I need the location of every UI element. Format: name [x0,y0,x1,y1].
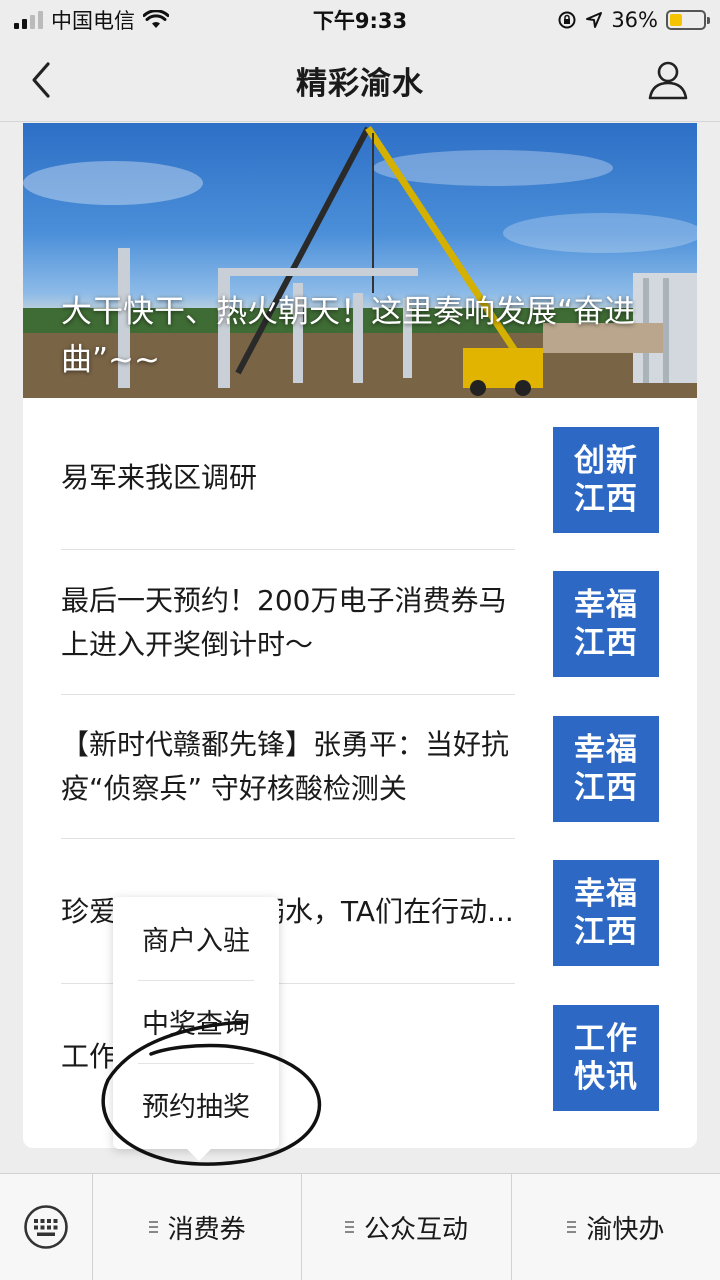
banner-title: 大干快干、热火朝天！这里奏响发展“奋进曲”~~ [61,294,636,378]
news-badge-line: 快讯 [574,1059,638,1095]
battery-percent: 36% [611,8,658,32]
menu-lines-icon [344,1221,354,1233]
page-title: 精彩渝水 [296,66,424,102]
nav-bar: 精彩渝水 [0,40,720,122]
popup-item-lottery[interactable]: 预约抽奖 [113,1063,279,1146]
news-badge-line: 幸福 [574,732,638,768]
popup-item-merchant[interactable]: 商户入驻 [113,897,279,980]
news-title: 易军来我区调研 [61,461,258,494]
news-badge-line: 江西 [574,625,638,661]
news-item[interactable]: 【新时代赣鄱先锋】张勇平：当好抗疫“侦察兵” 守好核酸检测关 幸福 江西 [61,695,659,839]
battery-icon [666,10,710,30]
divider [61,549,515,550]
popup-menu: 商户入驻 中奖查询 预约抽奖 [113,897,279,1161]
location-icon [586,12,603,28]
news-badge-line: 幸福 [574,876,638,912]
user-icon[interactable] [646,58,690,102]
news-badge-line: 江西 [574,914,638,950]
menu-lines-icon [148,1221,158,1233]
carrier-label: 中国电信 [51,9,135,33]
wifi-icon [143,10,169,28]
news-badge-line: 幸福 [574,587,638,623]
menu-label: 渝快办 [586,1214,665,1245]
menu-public-interaction[interactable]: 公众互动 [301,1174,510,1280]
news-badge: 创新 江西 [553,427,659,533]
keyboard-icon [24,1205,68,1249]
news-badge: 幸福 江西 [553,860,659,966]
banner[interactable]: 大干快干、热火朝天！这里奏响发展“奋进曲”~~ [23,123,697,398]
news-badge: 幸福 江西 [553,571,659,677]
news-badge-line: 江西 [574,481,638,517]
news-badge-line: 工作 [574,1021,638,1057]
status-bar: 中国电信 下午9:33 36% [0,0,720,40]
status-time: 下午9:33 [312,9,408,33]
news-badge: 工作 快讯 [553,1005,659,1111]
signal-icon [14,11,43,29]
bottom-menu-bar: 消费券 公众互动 渝快办 [0,1173,720,1280]
rotation-lock-icon [558,11,576,29]
battery-fill [670,14,682,26]
menu-label: 公众互动 [363,1214,468,1245]
chevron-left-icon[interactable] [24,58,64,102]
news-badge-line: 创新 [574,443,638,479]
news-badge-line: 江西 [574,770,638,806]
divider [61,838,515,839]
menu-coupons[interactable]: 消费券 [93,1174,301,1280]
menu-yu-kuai-ban[interactable]: 渝快办 [510,1174,720,1280]
news-item[interactable]: 易军来我区调研 创新 江西 [61,406,659,550]
status-right: 36% [557,8,710,32]
status-left: 中国电信 [14,5,169,35]
news-item[interactable]: 最后一天预约！200万电子消费券马上进入开奖倒计时～ 幸福 江西 [61,551,659,695]
menu-lines-icon [567,1221,577,1233]
news-title: 【新时代赣鄱先锋】张勇平：当好抗疫“侦察兵” 守好核酸检测关 [61,728,510,805]
keyboard-toggle-button[interactable] [0,1174,93,1280]
news-badge: 幸福 江西 [553,716,659,822]
menu-label: 消费券 [167,1214,246,1245]
popup-item-prize-query[interactable]: 中奖查询 [113,980,279,1063]
news-title: 最后一天预约！200万电子消费券马上进入开奖倒计时～ [61,584,507,661]
